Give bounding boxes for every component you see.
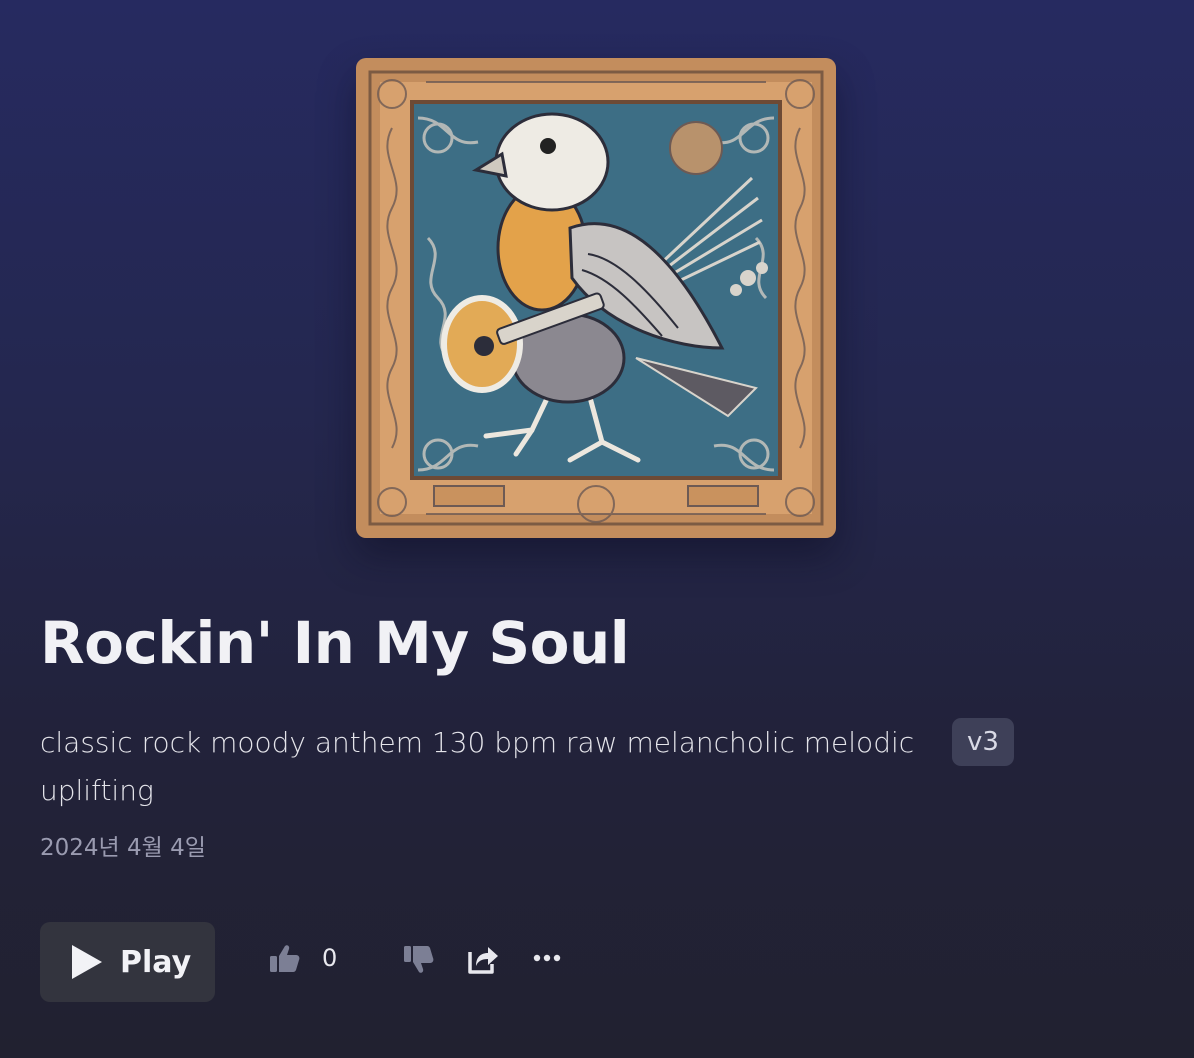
- play-icon: [72, 945, 102, 979]
- thumbs-down-icon[interactable]: [402, 942, 436, 976]
- song-title: Rockin' In My Soul: [40, 609, 630, 677]
- cover-art-image: [356, 58, 836, 538]
- more-icon[interactable]: [533, 944, 561, 972]
- bird-with-mandolin-icon: [356, 58, 836, 538]
- song-description: classic rock moody anthem 130 bpm raw me…: [40, 726, 915, 807]
- version-badge: v3: [952, 718, 1014, 766]
- play-button[interactable]: Play: [40, 922, 215, 1002]
- thumbs-up-icon[interactable]: [268, 942, 302, 976]
- release-date: 2024년 4월 4일: [40, 835, 206, 861]
- play-button-label: Play: [120, 944, 192, 980]
- share-icon[interactable]: [466, 942, 500, 976]
- like-count: 0: [322, 944, 338, 972]
